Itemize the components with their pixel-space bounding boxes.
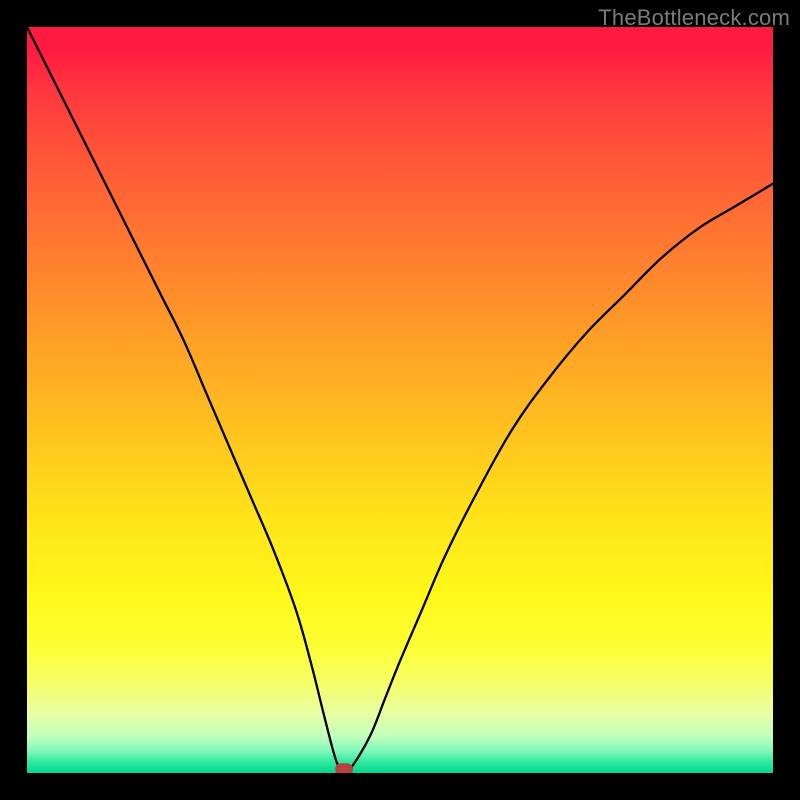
chart-frame: TheBottleneck.com	[0, 0, 800, 800]
curve-layer	[27, 27, 773, 773]
watermark-label: TheBottleneck.com	[598, 5, 790, 31]
plot-area	[27, 27, 773, 773]
bottleneck-curve	[27, 27, 773, 771]
optimum-marker	[335, 763, 353, 773]
